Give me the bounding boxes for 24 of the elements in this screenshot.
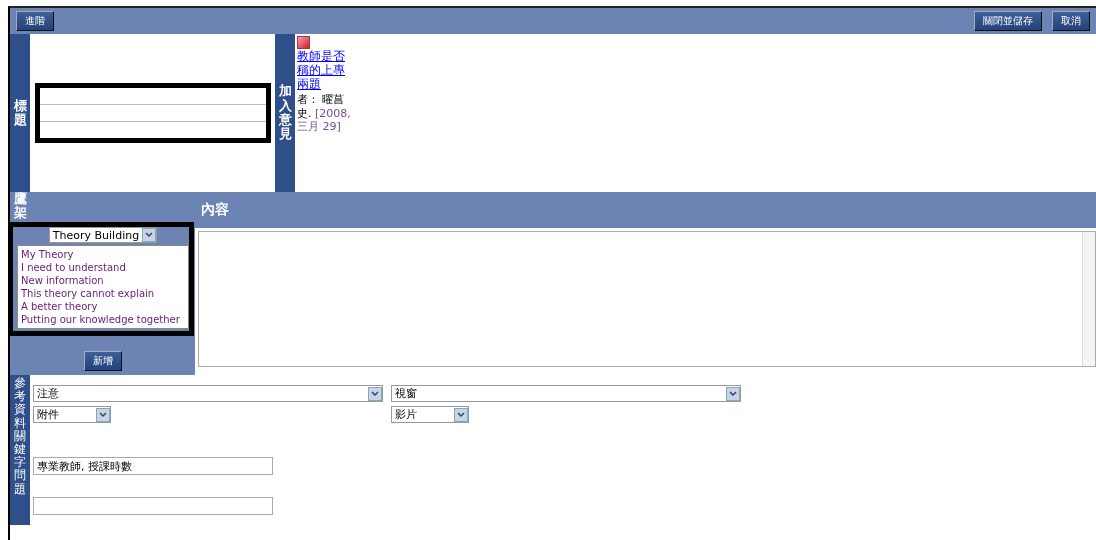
keywords-field[interactable]: 專業教師, 授課時數 [33,457,273,475]
references-label: 參考資料關鍵字問題 [10,375,30,525]
scaffold-item[interactable]: My Theory [21,248,185,261]
content-header: 內容 [195,192,1096,228]
close-save-button[interactable]: 關閉並儲存 [974,11,1042,31]
scaffold-item[interactable]: Putting our knowledge together [21,313,185,326]
scaffold-select[interactable]: Theory Building [48,227,158,243]
dropdown-field[interactable]: 影片 [391,406,469,423]
note-link[interactable]: 教師是否稱的上專兩題 [297,48,351,92]
author-text: 者： 曜菖 [297,92,346,106]
scaffold-item[interactable]: I need to understand [21,261,185,274]
add-button[interactable]: 新增 [83,351,122,371]
date-text: 史. [2008, 三月 29] [297,106,351,134]
dropdown-field[interactable]: 附件 [33,406,111,423]
dropdown-field[interactable]: 視窗 [391,385,741,402]
scaffold-item[interactable]: New information [21,274,185,287]
title-label: 標題 [10,34,30,192]
scaffold-label: 鷹架 [13,192,28,222]
scaffold-item[interactable]: This theory cannot explain [21,287,185,300]
dropdown-field[interactable]: 注意 [33,385,383,402]
advanced-button[interactable]: 進階 [16,11,54,31]
comment-label: 加入意見 [275,34,295,192]
cancel-button[interactable]: 取消 [1052,11,1090,31]
scaffold-item[interactable]: A better theory [21,300,185,313]
